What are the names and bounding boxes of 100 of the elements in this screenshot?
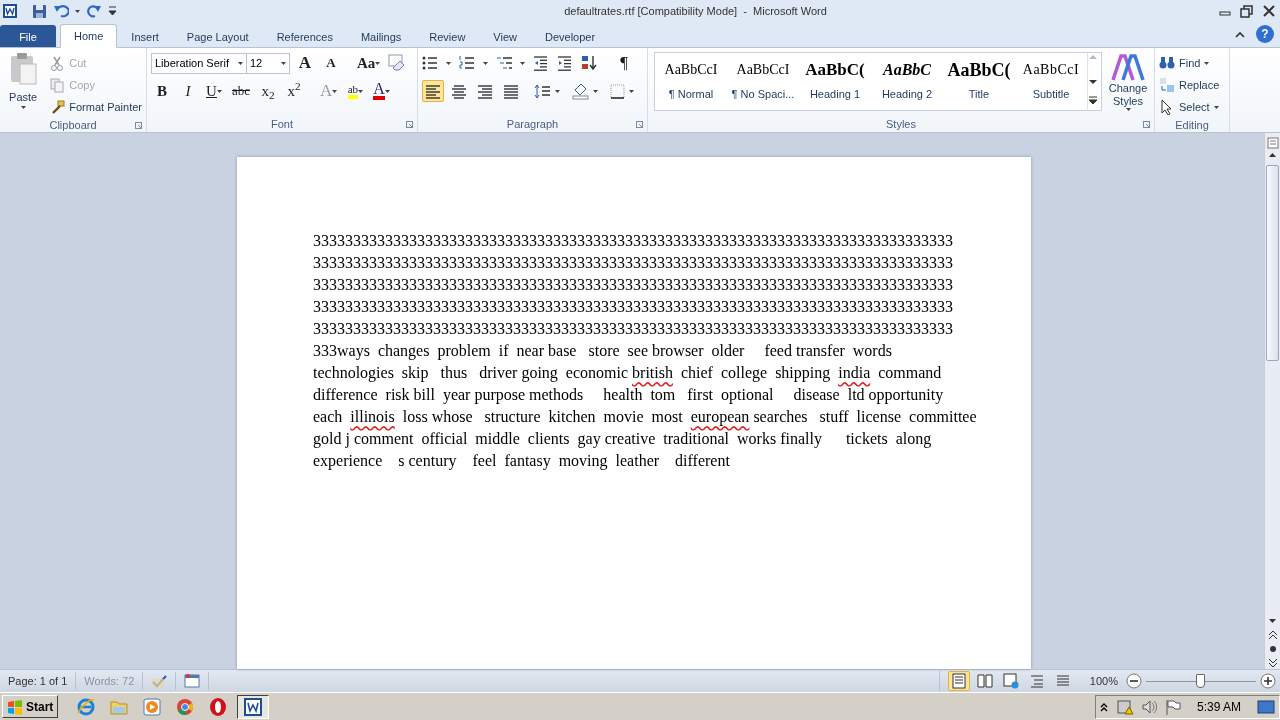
save-icon[interactable] [32,3,47,19]
word-logo-icon[interactable] [2,3,18,19]
clock[interactable]: 5:39 AM [1196,697,1241,716]
format-button[interactable]: A [320,52,342,74]
show-desktop-icon[interactable] [1257,698,1275,715]
clear-formatting-icon[interactable] [387,54,406,72]
ribbon-tab[interactable]: Page Layout [172,25,263,47]
page-indicator[interactable]: Page: 1 of 1 [0,672,77,690]
multilevel-list-icon[interactable] [496,55,512,71]
ribbon-tab[interactable]: Insert [117,25,173,47]
increase-indent-icon[interactable] [557,55,573,71]
format-button[interactable]: B [151,80,173,102]
format-button[interactable]: x$^{2}$ [283,80,306,102]
browse-object-icon[interactable] [1267,644,1278,654]
show-hidden-icon[interactable] [1099,701,1108,712]
decrease-indent-icon[interactable] [533,55,549,71]
font-name-field[interactable]: Liberation Serif [151,52,247,74]
style-item[interactable]: AaBbC( Title [943,53,1015,110]
shading-icon[interactable] [572,82,589,100]
print-layout-icon[interactable] [947,671,970,691]
group-label: Font [271,118,293,131]
restore-icon[interactable] [1240,4,1254,18]
binoculars-icon [1159,55,1175,71]
style-item[interactable]: AaBbC Heading 2 [871,53,943,110]
network-warning-icon[interactable] [1115,698,1134,715]
zoom-level[interactable]: 100% [1089,672,1118,690]
volume-icon[interactable] [1141,698,1157,715]
align-button[interactable] [422,80,444,102]
file-tab[interactable]: File [0,25,56,47]
format-button[interactable]: A [294,52,316,74]
ribbon-tab[interactable]: View [479,25,531,47]
caret-icon [281,61,286,65]
dialog-launcher-icon[interactable] [135,121,142,129]
proofing-icon[interactable] [151,673,168,689]
scroll-down-icon[interactable] [1268,618,1277,626]
document-text: 33333333333333333333333333333333333333333333333333333333333333333333333333333333 [313,254,953,273]
format-button[interactable]: x$_{2}$ [257,80,280,102]
document-text: 33333333333333333333333333333333333333333333333333333333333333333333333333333333 [313,298,953,317]
document-text: 333ways changes problem if near base store see browser older feed transfer words [313,342,892,362]
ribbon-tab[interactable]: Home [60,24,118,48]
caret-icon [375,61,381,65]
ribbon-tab[interactable]: Developer [531,25,610,47]
pilcrow-button[interactable]: ¶ [613,52,635,74]
toolbar-button[interactable]: Select [1159,96,1219,118]
caret-icon [629,89,634,93]
caret-icon [75,9,80,13]
undo-icon[interactable] [53,3,69,19]
scroll-thumb[interactable] [1266,165,1279,361]
font-size-field[interactable]: 12 [246,52,290,74]
flag-icon[interactable] [1164,698,1181,715]
dialog-launcher-icon[interactable] [636,121,643,128]
ruler-toggle-icon[interactable] [1266,137,1279,149]
help-button[interactable]: ? [1256,25,1274,43]
style-item[interactable]: AaBbCcI ¶ Normal [655,53,727,110]
toolbar-button[interactable]: Replace [1159,74,1220,96]
previous-page-icon[interactable] [1267,629,1278,641]
zoom-in-icon[interactable] [1260,673,1276,689]
sort-icon[interactable] [581,55,597,71]
document-text: 33333333333333333333333333333333333333333333333333333333333333333333333333333333 [313,276,953,295]
format-button[interactable]: Aa [354,52,384,74]
format-button[interactable]: A [370,80,393,102]
zoom-slider-thumb[interactable] [1195,674,1205,688]
vertical-scrollbar[interactable] [1264,133,1280,669]
format-button[interactable]: ab [344,80,367,102]
caret-icon [384,89,390,93]
start-button[interactable]: Start [2,695,59,718]
ribbon-tab[interactable]: Mailings [346,25,416,47]
change-styles-button[interactable]: Change Styles [1106,52,1150,117]
ribbon-tab[interactable]: Review [415,25,480,47]
dialog-launcher-icon[interactable] [1143,121,1150,128]
misspelled-word: european [690,408,750,428]
next-page-icon[interactable] [1267,657,1278,669]
format-button[interactable]: I [177,80,199,102]
window-title: defaultrates.rtf [Compatibility Mode] - Microsoft Word [563,3,828,19]
style-item[interactable]: AaBbCcI Subtitle [1015,53,1087,110]
line-spacing-icon[interactable] [534,83,551,99]
borders-icon[interactable] [610,83,625,99]
style-item[interactable]: AaBbC( Heading 1 [799,53,871,110]
close-icon[interactable] [1262,4,1276,18]
customize-icon[interactable] [108,6,117,16]
scroll-up-icon[interactable] [1268,152,1277,160]
toolbar-button[interactable]: Format Painter [50,96,142,118]
document-text: 33333333333333333333333333333333333333333333333333333333333333333333333333333333 [313,232,953,251]
format-button[interactable]: U [203,80,225,102]
style-item[interactable]: AaBbCcI ¶ No Spaci... [727,53,799,110]
redo-icon[interactable] [86,3,102,19]
macro-icon[interactable] [184,673,201,689]
caret-icon [1204,61,1210,65]
numbered-list-icon[interactable] [459,55,475,71]
ribbon-tab[interactable]: References [262,25,347,47]
format-button[interactable]: abc [229,80,254,102]
paste-button[interactable]: Paste [4,52,43,118]
bullet-list-icon[interactable] [422,55,438,71]
zoom-out-icon[interactable] [1126,673,1142,689]
toolbar-button[interactable]: Find [1159,52,1210,74]
word-icon[interactable] [237,694,270,719]
document-text: searches stuff license committee [752,408,977,427]
dialog-launcher-icon[interactable] [406,121,413,128]
misspelled-word: india [838,364,871,383]
misspelled-word: british [632,364,673,383]
